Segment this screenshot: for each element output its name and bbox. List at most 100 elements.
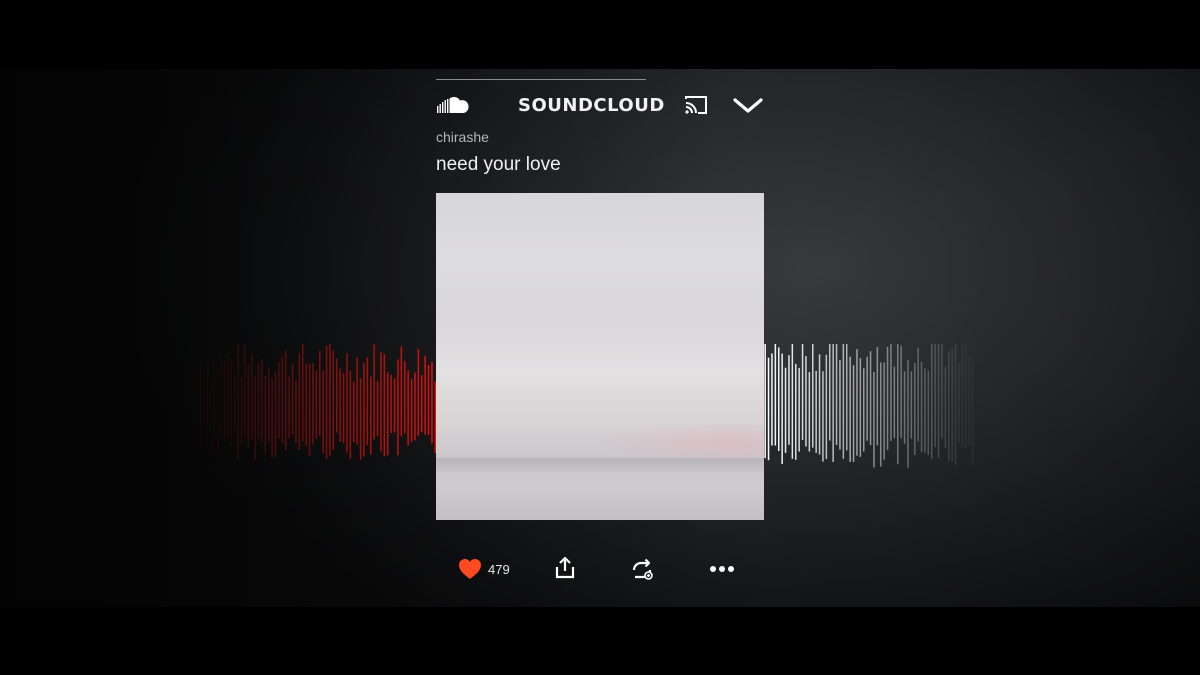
waveform-bar (424, 355, 426, 435)
waveform-bar (852, 365, 855, 462)
waveform-bar (322, 370, 324, 454)
waveform-bar (873, 371, 875, 468)
waveform-bar (920, 361, 923, 453)
heart-icon (459, 559, 481, 579)
waveform-bar (393, 378, 396, 433)
waveform-bar (325, 345, 328, 460)
waveform-bar (866, 356, 868, 441)
waveform-bar (910, 371, 913, 439)
waveform-bar (342, 373, 345, 444)
waveform-bar (244, 344, 246, 438)
waveform-bar (835, 344, 838, 445)
waveform-bar (291, 363, 294, 435)
waveform-bar (767, 357, 770, 461)
waveform-bar (302, 344, 304, 442)
waveform-bar (829, 344, 831, 441)
waveform-bar (778, 347, 780, 451)
waveform-bar (213, 357, 216, 444)
waveform-bar (305, 363, 307, 446)
waveform-bar (251, 353, 253, 440)
waveform-bar (791, 344, 794, 459)
waveform-bar (278, 362, 280, 439)
waveform-bar (944, 366, 947, 448)
waveform-bar (217, 370, 219, 454)
waveform-bar (886, 346, 889, 450)
waveform-bar (281, 356, 284, 444)
waveform-bar (927, 370, 930, 455)
waveform-bar (815, 370, 817, 453)
chevron-down-icon[interactable] (732, 95, 764, 117)
waveform-bar (417, 348, 420, 436)
more-icon[interactable] (708, 557, 736, 581)
waveform-bar (965, 344, 967, 449)
soundcloud-cloud-icon[interactable] (436, 95, 470, 115)
waveform-bar (954, 344, 957, 465)
waveform-bar (254, 374, 256, 460)
share-icon[interactable] (553, 556, 577, 580)
waveform-bar (842, 344, 845, 459)
waveform-bar (812, 344, 814, 448)
waveform-bar (903, 371, 906, 444)
waveform-bar (846, 344, 848, 451)
repost-icon[interactable] (630, 557, 654, 581)
waveform-bar (407, 370, 409, 446)
top-progress-line (436, 79, 646, 80)
waveform-bar (931, 344, 933, 459)
waveform-bar (958, 362, 960, 444)
waveform-bar (237, 344, 239, 460)
waveform-bar (376, 381, 379, 437)
waveform-bar (832, 344, 834, 462)
waveform-bar (271, 378, 273, 458)
waveform-bar (883, 362, 885, 460)
waveform-bar (900, 345, 902, 439)
waveform-bar (220, 354, 222, 435)
waveform-bar (937, 344, 940, 458)
cast-icon[interactable] (684, 94, 708, 116)
waveform-bar (798, 367, 800, 452)
waveform-bar (805, 356, 807, 447)
waveform-bar (971, 359, 974, 466)
waveform-bar (951, 348, 953, 462)
waveform-bar (859, 358, 862, 457)
waveform-bar (203, 377, 205, 439)
waveform-bar (315, 370, 318, 439)
waveform-bar (210, 378, 212, 457)
letterbox-bottom (0, 607, 1200, 675)
waveform-bar (941, 344, 943, 439)
waveform-bar (410, 379, 413, 442)
waveform-bar (421, 375, 423, 432)
waveform-bar (261, 359, 263, 442)
waveform-bar (404, 361, 406, 434)
waveform-bar (349, 370, 352, 459)
waveform-bar (968, 356, 970, 446)
waveform-bar (784, 367, 787, 453)
waveform-bar (390, 374, 392, 433)
waveform-bar (366, 357, 369, 446)
waveform-bar (308, 363, 311, 456)
waveform-bar (383, 354, 386, 457)
like-button[interactable]: 479 (458, 557, 510, 581)
waveform-bar (880, 362, 882, 467)
waveform-bar (839, 359, 841, 450)
waveform-bar (332, 350, 335, 450)
waveform-bar (771, 353, 773, 446)
waveform-bar (319, 350, 321, 436)
waveform-bar (397, 359, 399, 456)
waveform-bar (268, 367, 270, 442)
waveform-bar (961, 345, 964, 447)
waveform-bar (206, 363, 209, 447)
waveform-bar (893, 366, 896, 439)
waveform-bar (298, 353, 301, 451)
waveform-bar (795, 363, 797, 460)
waveform-bar (924, 368, 926, 453)
waveform-bar (948, 351, 950, 461)
waveform-bar (414, 372, 416, 441)
waveform-bar (818, 354, 821, 455)
waveform-bar (234, 374, 236, 434)
album-artwork (436, 193, 764, 520)
artist-name[interactable]: chirashe (436, 129, 489, 145)
waveform-bar (223, 361, 226, 439)
waveform-bar (257, 363, 260, 439)
waveform-bar (247, 364, 250, 448)
like-count: 479 (488, 561, 510, 577)
